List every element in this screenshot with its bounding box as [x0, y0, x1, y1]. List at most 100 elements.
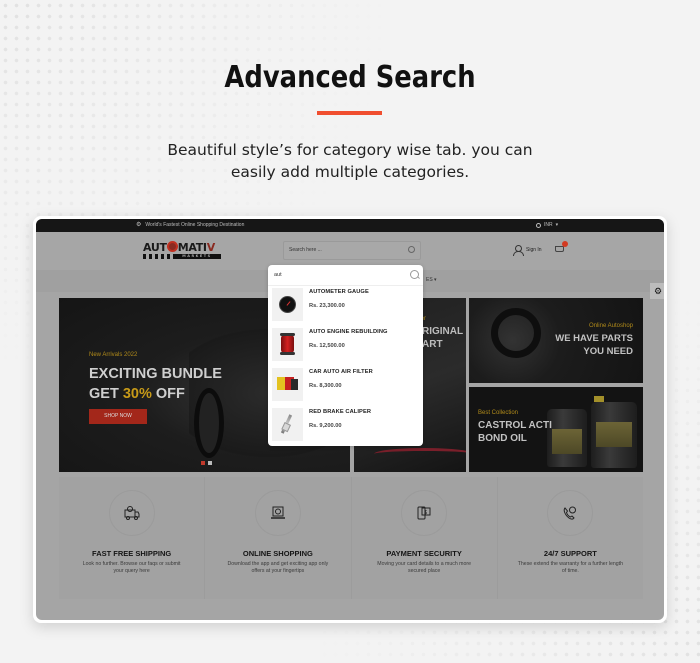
feature-title: PAYMENT SECURITY [386, 549, 462, 558]
feature-desc: Moving your card details to a much more … [377, 561, 471, 574]
banner-line-2: YOU NEED [583, 346, 633, 357]
delivery-truck-icon [124, 506, 140, 520]
discount-highlight: 30% [122, 386, 152, 402]
laptop-shopping-icon [270, 506, 285, 519]
result-thumbnail [272, 328, 303, 361]
feature-shipping: FAST FREE SHIPPING Look no further. Brow… [59, 477, 206, 599]
feature-desc: Download the app and get exciting app on… [227, 561, 329, 574]
store-website: ⚙ World's Fastest Online Shopping Destin… [36, 219, 664, 620]
cart-icon [555, 246, 564, 252]
parts-boxes-image [277, 377, 299, 391]
logo-wheel-icon [166, 241, 178, 252]
banner-line-1: CASTROL ACTI [478, 420, 552, 431]
bottom-right-banner[interactable]: Best Collection CASTROL ACTI BOND OIL [469, 387, 643, 472]
payment-security-icon: $ [417, 506, 431, 520]
banner-heading: CASTROL ACTI BOND OIL [478, 419, 552, 445]
slide-dot-1[interactable] [201, 461, 205, 465]
search-result-item[interactable]: AUTOMETER GAUGE Rs. 23,300.00 [272, 288, 417, 322]
logo-text-right: MATI [177, 241, 207, 254]
page-subtitle: Beautiful style’s for category wise tab.… [0, 139, 700, 183]
nav-item-partial[interactable]: ES ▾ [426, 277, 437, 283]
support-phone-icon [564, 506, 577, 520]
result-price: Rs. 9,200.00 [309, 423, 342, 429]
logo-subtitle: MARKETS [173, 254, 221, 259]
feature-title: FAST FREE SHIPPING [92, 549, 172, 558]
result-thumbnail [272, 368, 303, 401]
divider [268, 285, 423, 286]
banner-kicker: Online Autoshop [588, 323, 633, 329]
result-price: Rs. 8,300.00 [309, 383, 342, 389]
gauge-image [279, 296, 296, 313]
subtitle-line-1: Beautiful style’s for category wise tab.… [167, 141, 533, 159]
subtitle-line-2: easily add multiple categories. [230, 163, 470, 181]
result-thumbnail [272, 408, 303, 441]
steering-wheel-image [491, 308, 541, 358]
page-title: Advanced Search [224, 60, 476, 95]
search-result-item[interactable]: RED BRAKE CALIPER Rs. 9,200.00 [272, 408, 417, 442]
search-query-input[interactable]: aut [274, 272, 282, 278]
user-icon [513, 245, 524, 256]
feature-desc: These extend the warranty for a further … [517, 561, 623, 574]
banner-line-1: WE HAVE PARTS [555, 333, 633, 344]
top-right-banner[interactable]: Online Autoshop WE HAVE PARTS YOU NEED [469, 298, 643, 383]
banner-heading: WE HAVE PARTS YOU NEED [555, 332, 633, 358]
currency-label: INR [544, 222, 553, 228]
search-icon[interactable] [408, 246, 415, 253]
feature-support: 24/7 SUPPORT These extend the warranty f… [498, 477, 643, 599]
air-filter-image [280, 333, 295, 355]
banner-heading: EXCITING BUNDLE GET 30% OFF [89, 364, 222, 404]
red-car-accent [374, 448, 466, 460]
banner-heading: RIGINAL ART [422, 325, 463, 351]
sign-in-label: Sign In [526, 247, 542, 253]
cart-badge [562, 241, 568, 247]
banner-kicker: Best Collection [478, 410, 519, 416]
logo-text-left: AUT [143, 241, 167, 254]
oil-bottle-image [547, 409, 587, 467]
shop-now-button[interactable]: SHOP NOW [89, 409, 147, 424]
svg-text:$: $ [424, 510, 427, 516]
top-bar: ⚙ World's Fastest Online Shopping Destin… [36, 219, 664, 232]
search-icon[interactable] [410, 270, 419, 279]
header-search-input[interactable]: Search here ... [283, 241, 421, 260]
result-thumbnail [272, 288, 303, 321]
feature-payment-security: $ PAYMENT SECURITY Moving your card deta… [352, 477, 498, 599]
result-price: Rs. 12,500.00 [309, 343, 345, 349]
promo-message: ⚙ World's Fastest Online Shopping Destin… [136, 219, 244, 232]
settings-icon: ⚙ [136, 222, 142, 228]
oil-bottle-image [591, 396, 637, 468]
banner-kicker: New Arrivals 2022 [89, 352, 138, 358]
cart-button[interactable] [554, 241, 568, 255]
feature-online-shopping: ONLINE SHOPPING Download the app and get… [205, 477, 352, 599]
sign-in-link[interactable]: Sign In [513, 245, 542, 256]
search-result-item[interactable]: AUTO ENGINE REBUILDING Rs. 12,500.00 [272, 328, 417, 362]
theme-settings-button[interactable]: ⚙ [650, 283, 664, 299]
features-row: FAST FREE SHIPPING Look no further. Brow… [59, 477, 643, 599]
banner-line-2: BOND OIL [478, 433, 527, 444]
feature-desc: Look no further. Browse our faqs or subm… [82, 561, 181, 574]
banner-line-1: RIGINAL [422, 326, 464, 337]
search-placeholder: Search here ... [289, 247, 322, 253]
promo-text: World's Fastest Online Shopping Destinat… [145, 222, 245, 228]
result-name[interactable]: AUTOMETER GAUGE [309, 289, 369, 295]
search-result-item[interactable]: CAR AUTO AIR FILTER Rs. 8,300.00 [272, 368, 417, 402]
slider-pagination [201, 461, 212, 465]
result-name[interactable]: RED BRAKE CALIPER [309, 409, 371, 415]
banner-line-2: GET 30% OFF [89, 386, 185, 402]
banner-line-1: EXCITING BUNDLE [89, 366, 222, 382]
banner-line-2: ART [422, 339, 443, 350]
spark-plug-image [280, 414, 293, 434]
title-underline [317, 111, 382, 115]
slide-dot-2[interactable] [208, 461, 212, 465]
result-name[interactable]: AUTO ENGINE REBUILDING [309, 329, 388, 335]
result-name[interactable]: CAR AUTO AIR FILTER [309, 369, 373, 375]
result-price: Rs. 23,300.00 [309, 303, 345, 309]
screenshot-frame: ⚙ World's Fastest Online Shopping Destin… [33, 216, 667, 623]
feature-title: 24/7 SUPPORT [543, 549, 597, 558]
feature-title: ONLINE SHOPPING [242, 549, 313, 558]
currency-selector[interactable]: INR ▾ [536, 219, 558, 232]
chevron-down-icon: ▾ [555, 222, 559, 228]
currency-icon [536, 223, 541, 228]
search-dropdown: aut AUTOMETER GAUGE Rs. 23,300.00 AUTO E… [268, 265, 423, 446]
logo[interactable]: AUT MATIV MARKETS [143, 241, 221, 261]
logo-text-v: V [206, 241, 216, 254]
